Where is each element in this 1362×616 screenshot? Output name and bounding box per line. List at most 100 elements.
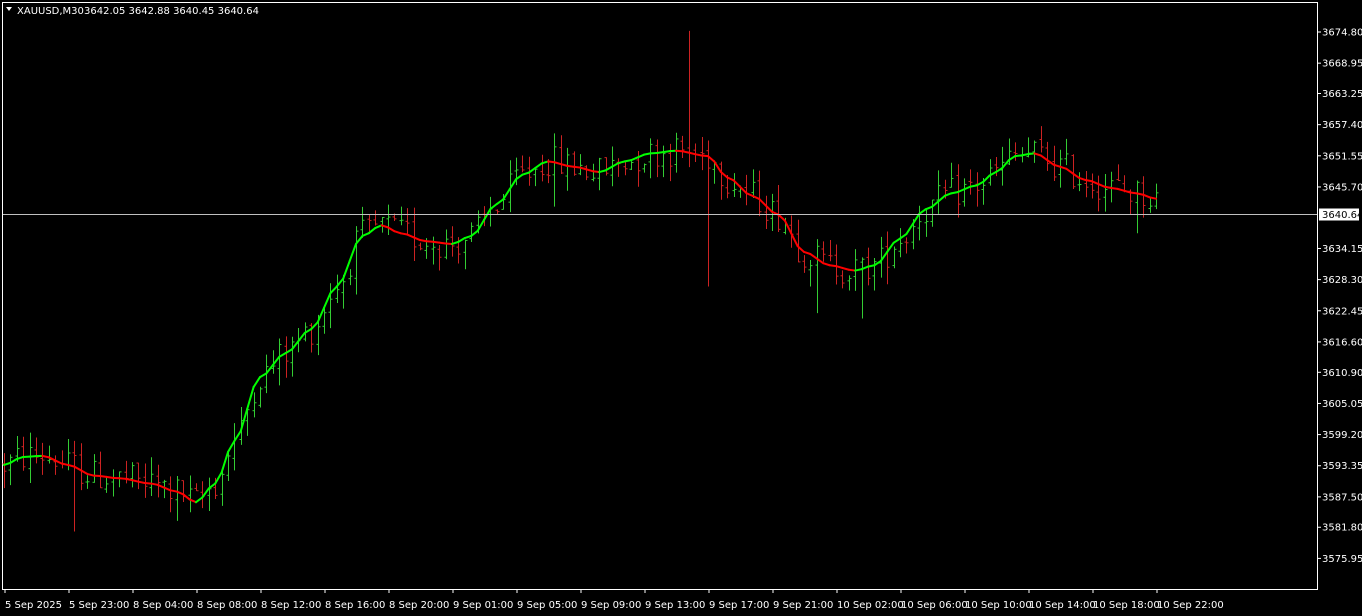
ma-segment-down	[745, 192, 754, 198]
y-tick-label: 3581.80	[1322, 523, 1362, 534]
ohlc-bar	[399, 206, 404, 226]
ohlc-bar	[450, 226, 455, 257]
ohlc-bar	[21, 436, 26, 471]
ohlc-bar	[546, 159, 551, 184]
ma-segment-down	[790, 232, 799, 248]
ohlc-bar	[252, 392, 257, 418]
ohlc-bar	[930, 199, 935, 227]
y-tick-label: 3668.95	[1322, 59, 1362, 70]
ohlc-bar	[815, 239, 820, 314]
ohlc-bar	[648, 138, 653, 179]
ohlc-bar	[111, 469, 116, 497]
ma-segment-down	[777, 213, 786, 222]
ohlc-bar	[584, 165, 589, 181]
ohlc-bar	[655, 139, 660, 178]
symbol-timeframe[interactable]: XAUUSD,M30	[17, 6, 84, 17]
x-tick-label: 9 Sep 01:00	[453, 600, 513, 611]
x-tick-label: 5 Sep 23:00	[69, 600, 129, 611]
ma-segment-up	[195, 496, 204, 504]
ma-segment-up	[924, 205, 933, 211]
ma-segment-up	[495, 198, 505, 206]
ohlc-bar	[834, 244, 839, 285]
price-axis[interactable]: 3674.80 3668.95 3663.25 3657.40 3651.55 3645.…	[1317, 28, 1362, 565]
ohlc-bar	[207, 477, 212, 512]
ma-segment-up	[342, 260, 351, 280]
chart-window[interactable]: 3674.80 3668.95 3663.25 3657.40 3651.55 3645.…	[0, 0, 1362, 616]
x-tick-label: 9 Sep 17:00	[709, 600, 769, 611]
ohlc-bar	[802, 255, 807, 273]
dropdown-triangle-icon[interactable]	[6, 7, 12, 11]
ohlc-bar	[1077, 172, 1082, 192]
ma-segment-down	[1097, 183, 1106, 188]
ohlc-bar	[181, 480, 186, 503]
ohlc-bar	[764, 195, 769, 230]
ohlc-bar	[136, 462, 141, 490]
ohlc-bar	[796, 219, 801, 263]
x-tick-label: 10 Sep 22:00	[1157, 600, 1224, 611]
ohlc-bar	[175, 476, 180, 521]
ma-segment-down	[1142, 193, 1151, 199]
ohlc-bar	[495, 209, 500, 215]
x-tick-label: 10 Sep 10:00	[965, 600, 1032, 611]
ma-segment-up	[329, 285, 338, 295]
ma-segment-up	[374, 224, 383, 230]
ohlc-bar	[1071, 154, 1076, 189]
ohlc-values: 3642.05 3642.88 3640.45 3640.64	[84, 6, 259, 17]
ohlc-bar	[1032, 140, 1037, 163]
ma-segment-down	[1065, 167, 1074, 175]
time-axis[interactable]: 5 Sep 2025 5 Sep 23:00 8 Sep 04:00 8 Sep 08…	[4, 589, 1224, 611]
ohlc-bar	[687, 30, 692, 168]
ohlc-bar	[1084, 170, 1089, 198]
ohlc-bar	[60, 450, 65, 469]
price-chart[interactable]: 3674.80 3668.95 3663.25 3657.40 3651.55 3645.…	[0, 0, 1362, 616]
ma-segment-up	[220, 451, 229, 474]
ohlc-bar	[591, 163, 596, 182]
ohlc-bar	[348, 269, 353, 286]
ohlc-bar	[156, 464, 161, 498]
ma-segment-down	[751, 195, 761, 200]
ohlc-bar	[872, 257, 877, 291]
x-tick-label: 10 Sep 06:00	[901, 600, 968, 611]
ohlc-bar	[661, 145, 666, 178]
x-tick-label: 8 Sep 08:00	[197, 600, 257, 611]
ma-segment-up	[534, 162, 543, 170]
ohlc-bar	[732, 173, 737, 198]
ohlc-bar	[418, 242, 423, 251]
ohlc-bar	[847, 275, 852, 291]
ohlc-bar	[840, 270, 845, 289]
y-tick-label: 3651.55	[1322, 151, 1362, 162]
ma-segment-up	[470, 229, 479, 237]
x-tick-label: 10 Sep 02:00	[837, 600, 904, 611]
ma-segment-up	[982, 174, 991, 183]
ma-segment-up	[361, 232, 370, 237]
ohlc-bar	[8, 454, 13, 486]
ma-segment-up	[252, 376, 261, 389]
ma-segment-down	[809, 253, 818, 260]
x-tick-label: 8 Sep 04:00	[133, 600, 193, 611]
ma-segment-up	[348, 242, 357, 263]
ohlc-bar	[143, 463, 148, 498]
ohlc-bar	[1103, 174, 1108, 212]
ohlc-bar	[277, 338, 282, 386]
ohlc-bar	[47, 445, 52, 464]
ohlc-bar	[828, 239, 833, 262]
ma-segment-down	[803, 250, 812, 256]
ohlc-bar	[1096, 175, 1101, 212]
ohlc-bar	[552, 133, 557, 207]
ohlc-bar	[1154, 183, 1159, 210]
ma-segment-up	[310, 321, 319, 331]
ma-segment-down	[758, 197, 767, 207]
ohlc-bar	[328, 283, 333, 329]
ohlc-bar	[668, 143, 673, 182]
y-tick-label: 3587.50	[1322, 492, 1362, 503]
ohlc-bar	[1135, 180, 1140, 234]
ohlc-bar	[968, 169, 973, 195]
ohlc-bar	[616, 158, 621, 177]
y-tick-label: 3657.40	[1322, 120, 1362, 131]
x-tick-label: 8 Sep 16:00	[325, 600, 385, 611]
ohlc-bar	[1116, 164, 1121, 182]
ohlc-bar	[284, 336, 289, 378]
ma-segment-up	[463, 234, 473, 240]
ohlc-bar	[597, 157, 602, 191]
ma-segment-up	[278, 352, 287, 358]
